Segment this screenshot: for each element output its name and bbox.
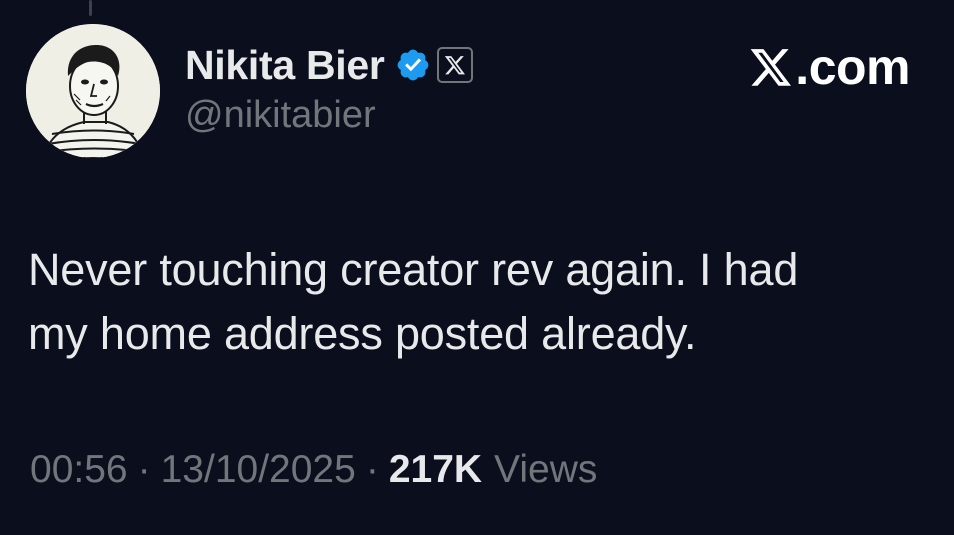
brand-watermark: .com (749, 38, 910, 96)
meta-separator: · (137, 448, 151, 491)
meta-separator: · (365, 448, 379, 491)
tweet-text-line: Never touching creator rev again. I had (28, 244, 799, 295)
author-handle[interactable]: @nikitabier (185, 94, 376, 137)
x-logo-icon (750, 49, 792, 86)
tweet-date[interactable]: 13/10/2025 (161, 448, 356, 492)
sketch-portrait-avatar-icon (26, 24, 160, 158)
brand-label: .com (795, 39, 910, 95)
x-logo-icon (444, 56, 465, 75)
verified-check-icon[interactable] (395, 47, 431, 83)
author-name-row: Nikita Bier (185, 40, 473, 90)
tweet-time[interactable]: 00:56 (30, 448, 128, 492)
avatar[interactable] (26, 24, 160, 158)
views-label: Views (494, 448, 598, 491)
tweet-text-line: my home address posted already. (28, 308, 697, 359)
thread-connector-line (89, 0, 92, 16)
tweet-text: Never touching creator rev again. I had … (28, 238, 928, 366)
tweet-meta: 00:56 · 13/10/2025 · 217K Views (30, 448, 597, 492)
author-display-name[interactable]: Nikita Bier (185, 42, 385, 89)
affiliate-badge[interactable] (436, 47, 473, 83)
views-count[interactable]: 217K (389, 448, 482, 492)
